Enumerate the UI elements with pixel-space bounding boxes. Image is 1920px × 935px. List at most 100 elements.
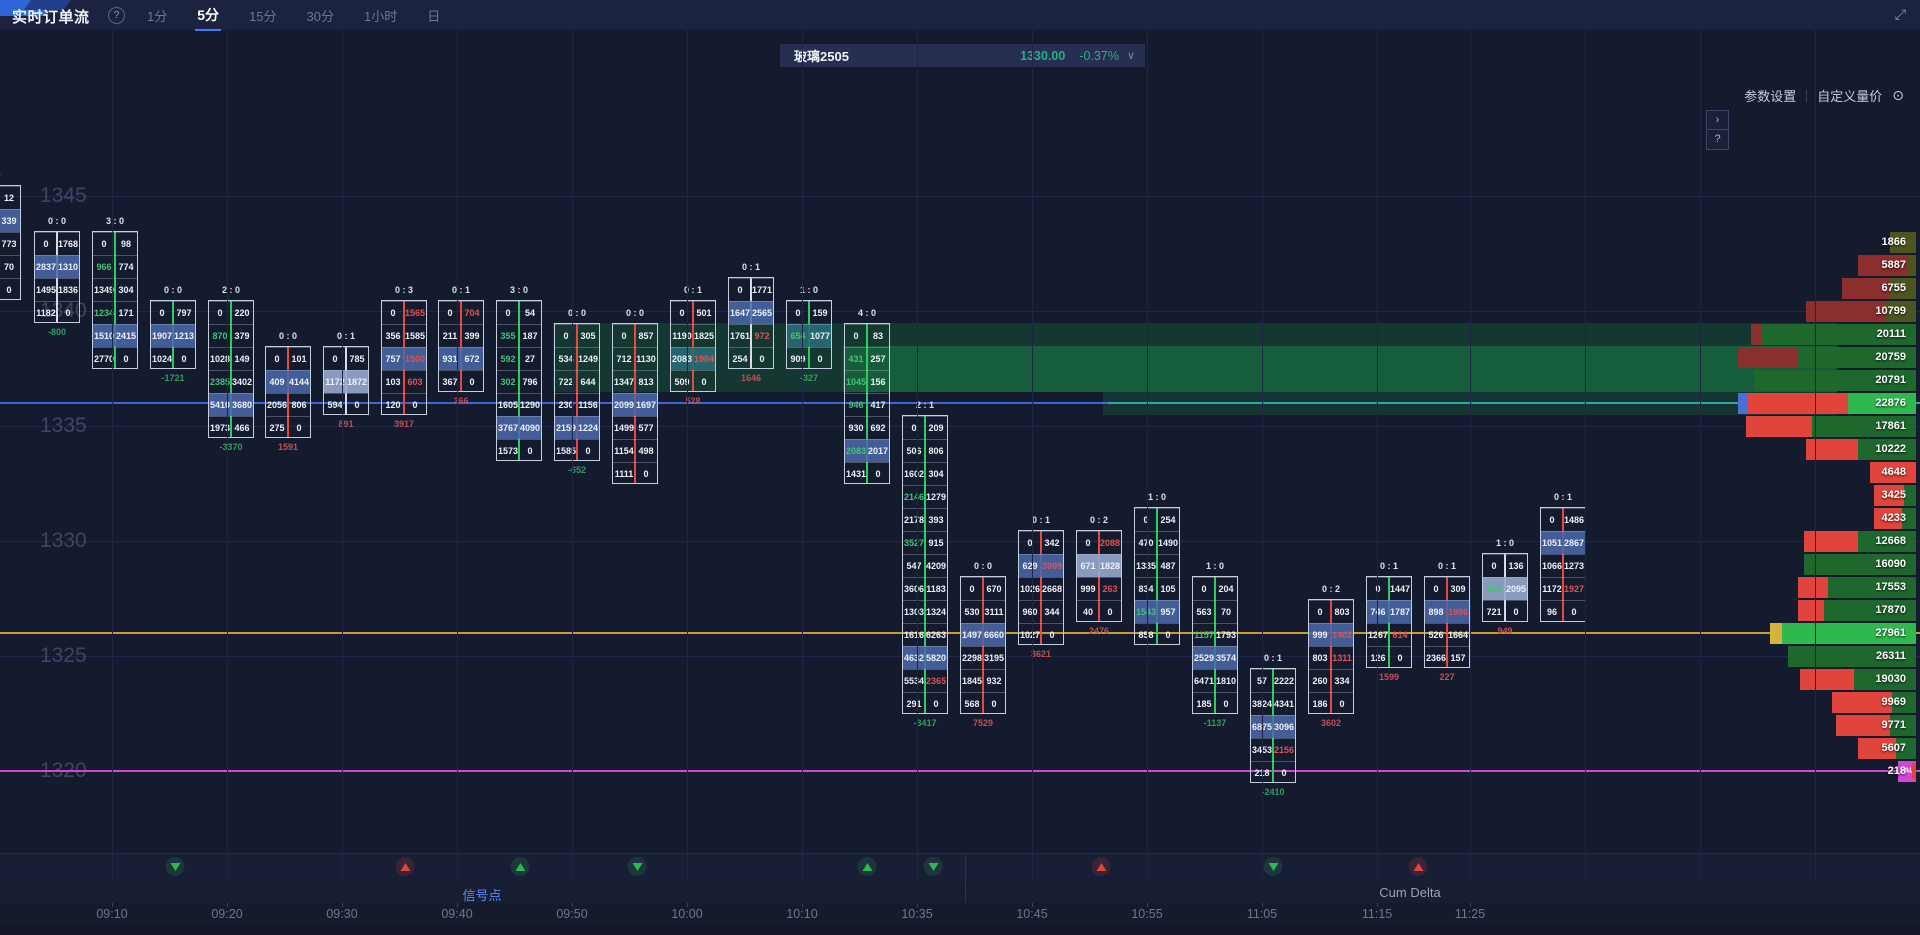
footprint-candle[interactable]: 0209506806160230421461279217839335279155… xyxy=(902,415,948,714)
candle-cell: 1761972 xyxy=(729,324,773,347)
footprint-candle[interactable]: 02544701490133548783410515439578580 xyxy=(1134,507,1180,645)
cum-delta-panel-label[interactable]: Cum Delta xyxy=(1379,885,1440,900)
footprint-candle[interactable]: 01768283713101495183611820 xyxy=(34,231,80,323)
volume-profile-value: 17870 xyxy=(1875,604,1906,616)
footprint-candle[interactable]: 017711647256517619722540 xyxy=(728,277,774,369)
cell-bid-volume: 0 xyxy=(1541,509,1563,531)
candle-cell: 10270 xyxy=(1019,623,1063,646)
collapse-panel-button[interactable]: › xyxy=(1706,110,1729,131)
signal-down-arrow-icon xyxy=(1264,857,1283,876)
cell-ask-volume: 972 xyxy=(751,325,773,347)
footprint-candle[interactable]: 0220870379102814923853402541036801973466 xyxy=(208,300,254,438)
candle-cell: 14951836 xyxy=(35,278,79,301)
gridline-horizontal xyxy=(0,311,1920,312)
tab-timeframe-2[interactable]: 15分 xyxy=(247,1,278,30)
volume-profile-label-row: 17861 xyxy=(1816,416,1916,437)
footprint-candle[interactable]: 050111901825208319845090 xyxy=(670,300,716,392)
candle-imbalance-header: 0 : 1 xyxy=(1032,515,1050,525)
candle-cell: 0309 xyxy=(1425,577,1469,600)
cell-ask-volume: 3909 xyxy=(1041,555,1063,577)
footprint-candle[interactable]: 015965410779090 xyxy=(786,300,832,369)
gridline-vertical xyxy=(457,30,458,881)
cell-bid-volume: 0 xyxy=(845,325,867,347)
cell-ask-volume: 1156 xyxy=(577,394,599,416)
cell-ask-volume: 501 xyxy=(693,302,715,324)
candle-cell: 56370 xyxy=(1193,600,1237,623)
expand-icon[interactable]: ⤢ xyxy=(1895,6,1906,23)
candle-imbalance-header: 2 : 1 xyxy=(916,400,934,410)
tab-timeframe-0[interactable]: 1分 xyxy=(145,1,169,30)
volume-profile-value: 5887 xyxy=(1882,259,1906,271)
param-settings-link[interactable]: 参数设置 xyxy=(1744,86,1796,105)
footprint-candle[interactable]: 034262939091026266896034410270 xyxy=(1018,530,1064,645)
gridline-vertical xyxy=(917,30,918,881)
candle-cell: 0797 xyxy=(151,301,195,324)
footprint-candle[interactable]: 06705303111149766602298319518459325680 xyxy=(960,576,1006,714)
cell-ask-volume: 0 xyxy=(1331,693,1353,715)
custom-volume-price-link[interactable]: 自定义量价 xyxy=(1817,86,1882,105)
footprint-candle[interactable]: 0803999140280313112603341860 xyxy=(1308,599,1354,714)
cell-bid-volume: 302 xyxy=(497,371,519,393)
signal-panel-label[interactable]: 信号点 xyxy=(462,885,501,904)
instrument-selector[interactable]: 玻璃2505 1330.00 -0.37% ∨ xyxy=(780,44,1145,67)
footprint-candle[interactable]: 0101409414420568062750 xyxy=(265,346,311,438)
panel-label-row: 信号点 Cum Delta xyxy=(0,882,1920,904)
footprint-candle[interactable]: 0785117218725940 xyxy=(323,346,369,415)
cell-ask-volume: 54 xyxy=(519,302,541,324)
cell-ask-volume: 393 xyxy=(925,509,947,531)
time-axis-label: 09:50 xyxy=(556,907,587,921)
footprint-chart[interactable]: 1345134013351330132513201233977370000176… xyxy=(0,30,1920,853)
cell-ask-volume: 603 xyxy=(404,371,426,393)
footprint-candle[interactable]: 07042113999316723670 xyxy=(438,300,484,392)
footprint-candle[interactable]: 0857712113013478132099169714995771154498… xyxy=(612,323,658,484)
candle-cell: 22983195 xyxy=(961,646,1005,669)
candle-cell: 10262668 xyxy=(1019,577,1063,600)
footprint-candle[interactable]: 0834312571045156946417930692208320171431… xyxy=(844,323,890,484)
footprint-candle[interactable]: 020886711828999263400 xyxy=(1076,530,1122,622)
footprint-candle[interactable]: 013656620957210 xyxy=(1482,553,1528,622)
footprint-candle[interactable]: 0543551875922730279616051290376740901573… xyxy=(496,300,542,461)
candle-cell: 5662095 xyxy=(1483,577,1527,600)
volume-profile-label-row: 17553 xyxy=(1816,577,1916,598)
candle-cell: 55342365 xyxy=(903,669,947,692)
tab-timeframe-1[interactable]: 5分 xyxy=(195,0,221,30)
footprint-candle[interactable]: 07971907121310240 xyxy=(150,300,196,369)
footprint-candle-edge[interactable]: 12339773700 xyxy=(0,185,21,300)
tab-timeframe-5[interactable]: 日 xyxy=(425,1,442,30)
footprint-candle[interactable]: 098966774134930412341711510241527700 xyxy=(92,231,138,369)
footprint-candle[interactable]: 0309898198652616642366157 xyxy=(1424,576,1470,668)
candle-imbalance-header: 0 : 0 xyxy=(164,285,182,295)
cell-ask-volume: 3096 xyxy=(1273,716,1295,738)
price-axis-label: 1325 xyxy=(40,644,87,668)
signal-down-arrow-icon xyxy=(924,857,943,876)
time-axis-label: 09:10 xyxy=(96,907,127,921)
footprint-candle[interactable]: 01486105128671066127311721927960 xyxy=(1540,507,1586,622)
signal-strip xyxy=(0,853,1920,883)
footprint-candle[interactable]: 5722223824434168753096345321562180 xyxy=(1250,668,1296,783)
candle-delta-label: 1591 xyxy=(278,442,298,452)
footprint-candle[interactable]: 0305534124972264423011562159122415850 xyxy=(554,323,600,461)
candle-cell: 5474209 xyxy=(903,554,947,577)
footprint-candle[interactable]: 0204563701157179325293574647118101850 xyxy=(1192,576,1238,714)
footprint-candle[interactable]: 01447746178712676141260 xyxy=(1366,576,1412,668)
panel-help-button[interactable]: ? xyxy=(1706,129,1729,150)
candle-cell: 1267614 xyxy=(1367,623,1411,646)
time-axis-label: 11:15 xyxy=(1362,907,1392,921)
candle-cell: 0101 xyxy=(266,347,310,370)
candle-cell: 19071213 xyxy=(151,324,195,347)
volume-profile-value: 4233 xyxy=(1882,512,1906,524)
cell-ask-volume: 149 xyxy=(231,348,253,370)
cell-ask-volume: 0 xyxy=(809,348,831,370)
candle-delta-label: 266 xyxy=(453,396,468,406)
gear-icon[interactable]: ⊙ xyxy=(1892,87,1904,104)
candle-cell: 1602304 xyxy=(903,462,947,485)
tab-timeframe-4[interactable]: 1小时 xyxy=(362,1,399,30)
cell-ask-volume: 1224 xyxy=(577,417,599,439)
help-icon[interactable]: ? xyxy=(108,7,125,24)
tab-timeframe-3[interactable]: 30分 xyxy=(305,1,336,30)
footprint-candle[interactable]: 01565356158575715001036031200 xyxy=(381,300,427,415)
volume-profile-segment xyxy=(1738,347,1798,368)
cell-bid-volume: 1605 xyxy=(497,394,519,416)
cell-bid-volume: 0 xyxy=(1425,578,1447,600)
candle-cell: 15102415 xyxy=(93,324,137,347)
